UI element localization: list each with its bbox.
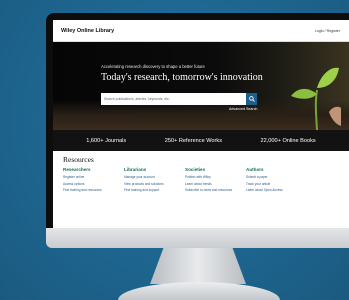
column-heading[interactable]: Librarians (124, 167, 185, 172)
hero-banner: Accelerating research discovery to shape… (53, 42, 349, 130)
resource-column-authors: Authors Submit a paper Track your articl… (246, 167, 307, 194)
top-navigation: Wiley Online Library Login / Register (53, 20, 349, 42)
stat-online-books: 22,000+ Online Books (260, 137, 316, 144)
column-heading[interactable]: Researchers (63, 167, 124, 172)
resource-link[interactable]: Learn about Open Access (246, 187, 307, 194)
column-heading[interactable]: Authors (246, 167, 307, 172)
search-button[interactable] (246, 93, 257, 105)
resource-column-librarians: Librarians Manage your account View prod… (124, 167, 185, 194)
monitor-stand-neck (150, 248, 246, 284)
resource-link[interactable]: Find training and resources (63, 187, 124, 194)
resources-columns: Researchers Register online Access optio… (63, 167, 349, 194)
resource-link[interactable]: Subscribe to news and resources (185, 187, 246, 194)
search-input[interactable]: Search publications, articles, keywords,… (101, 93, 246, 105)
site-logo[interactable]: Wiley Online Library (61, 28, 114, 34)
resources-title: Resources (63, 155, 94, 164)
screen: Wiley Online Library Login / Register Ac… (53, 20, 349, 228)
login-register-link[interactable]: Login / Register (315, 29, 340, 33)
advanced-search-link[interactable]: Advanced Search (229, 107, 257, 111)
search-bar: Search publications, articles, keywords,… (101, 93, 257, 105)
monitor-chin (46, 228, 349, 248)
resource-column-researchers: Researchers Register online Access optio… (63, 167, 124, 194)
stats-bar: 1,600+ Journals 250+ Reference Works 22,… (53, 130, 349, 151)
seedling-illustration (291, 67, 341, 130)
search-icon (248, 96, 255, 102)
stat-journals: 1,600+ Journals (86, 137, 127, 144)
hero-headline: Today's research, tomorrow's innovation (101, 72, 263, 83)
column-heading[interactable]: Societies (185, 167, 246, 172)
resource-link[interactable]: Find training and support (124, 187, 185, 194)
resource-column-societies: Societies Publish with Wiley Learn about… (185, 167, 246, 194)
hero-tagline: Accelerating research discovery to shape… (101, 64, 205, 69)
resources-section: Resources Researchers Register online Ac… (53, 151, 349, 194)
stat-reference-works: 250+ Reference Works (164, 137, 222, 144)
